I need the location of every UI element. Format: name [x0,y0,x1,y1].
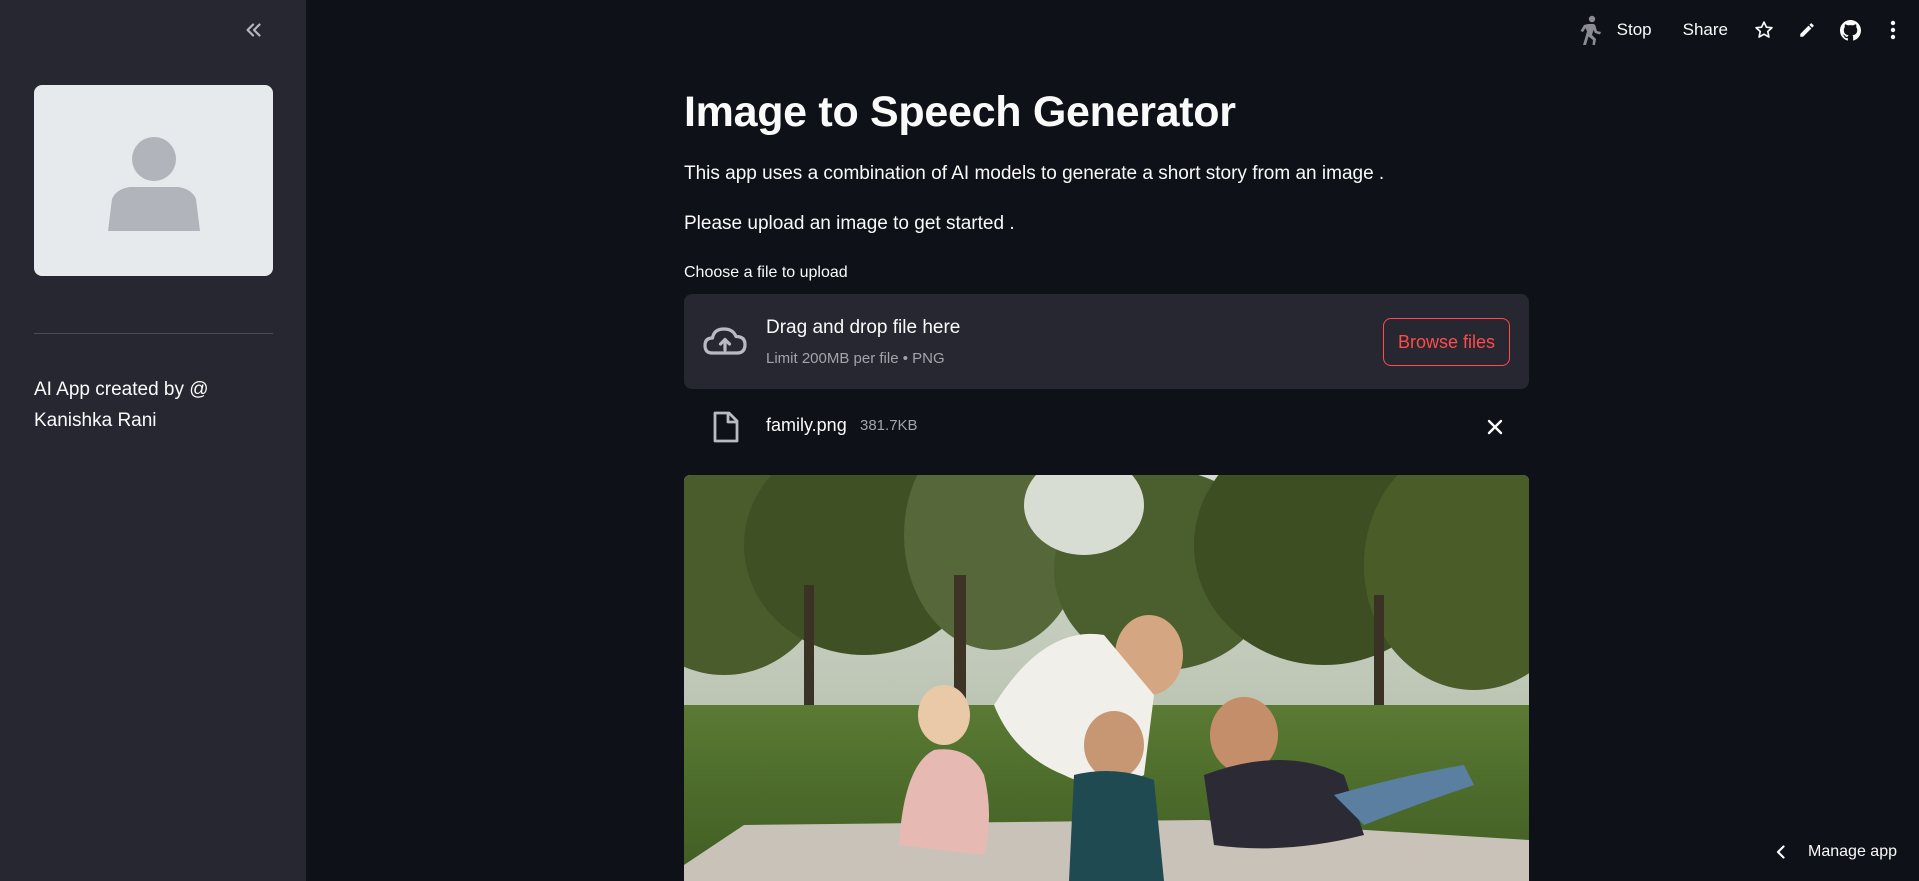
manage-app-button[interactable]: Manage app [1772,839,1897,865]
dropzone-instructions: Drag and drop file here [766,317,961,338]
file-uploader-label: Choose a file to upload [684,264,848,281]
file-dropzone[interactable]: Drag and drop file here Limit 200MB per … [684,294,1529,389]
uploaded-file-name: family.png [766,415,847,435]
running-man-icon [1573,15,1605,45]
chevron-left-icon [1776,845,1785,859]
uploaded-file-row: family.png 381.7KB [684,405,1529,449]
remove-file-icon[interactable] [1483,415,1507,439]
browse-files-button[interactable]: Browse files [1383,318,1510,366]
dropzone-limit-text: Limit 200MB per file • PNG [766,350,945,367]
avatar [34,85,273,276]
cloud-upload-icon [702,321,748,361]
more-options-icon[interactable] [1877,14,1909,46]
file-icon [712,411,740,443]
edit-pencil-icon[interactable] [1791,14,1823,46]
sidebar-credit-text: AI App created by @ Kanishka Rani [34,379,209,431]
github-icon[interactable] [1834,14,1866,46]
upload-instruction: Please upload an image to get started . [684,213,1015,234]
header-toolbar: Stop Share [1573,12,1919,48]
page-title: Image to Speech Generator [684,88,1236,136]
sidebar-divider [34,333,273,334]
collapse-sidebar-icon[interactable] [240,16,268,44]
app-root: AI App created by @ Kanishka Rani Stop S… [0,0,1919,881]
share-button[interactable]: Share [1683,20,1728,40]
app-description: This app uses a combination of AI models… [684,163,1385,184]
uploaded-file-size: 381.7KB [860,417,918,434]
stop-button[interactable]: Stop [1617,20,1652,40]
manage-app-label: Manage app [1808,843,1897,860]
sidebar: AI App created by @ Kanishka Rani [0,0,306,881]
uploaded-image-preview [684,475,1529,881]
user-placeholder-icon [107,136,200,231]
star-icon[interactable] [1748,14,1780,46]
